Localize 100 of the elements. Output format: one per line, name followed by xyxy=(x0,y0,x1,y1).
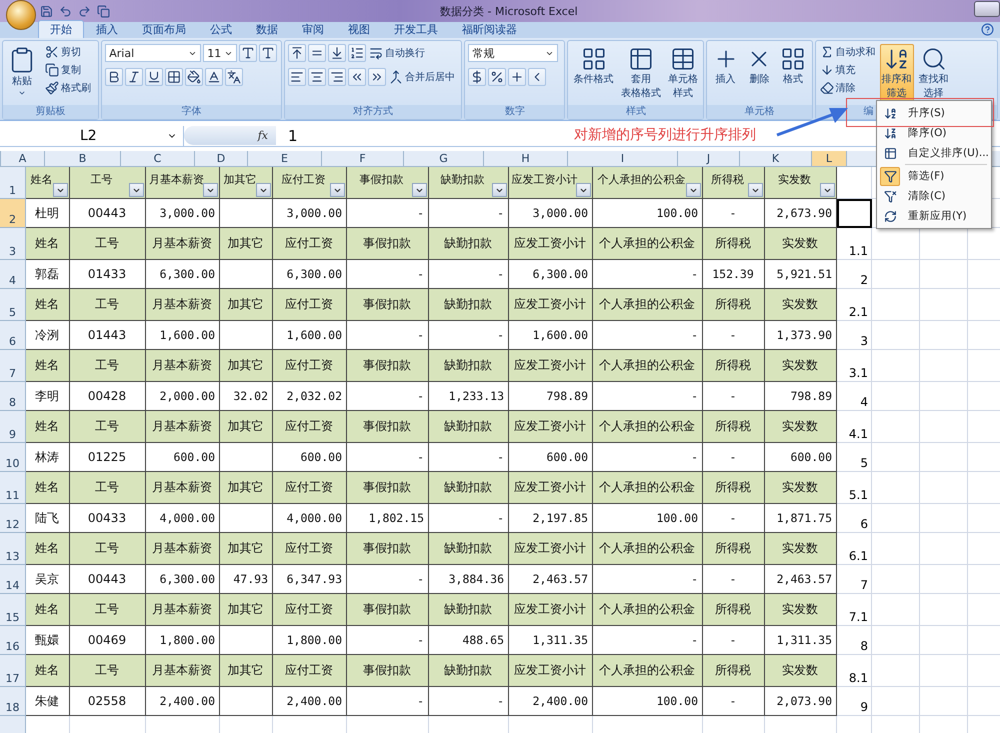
filter-button[interactable] xyxy=(576,183,591,197)
decimal-increase-button[interactable] xyxy=(508,68,526,86)
row-header[interactable]: 7 xyxy=(0,350,26,382)
column-header[interactable]: B xyxy=(45,151,121,166)
save-icon[interactable] xyxy=(40,4,53,18)
column-header[interactable]: F xyxy=(322,151,404,166)
ribbon-button[interactable]: 填充 xyxy=(818,62,877,78)
ribbon-button[interactable]: 单元格 样式 xyxy=(666,44,700,102)
column-header[interactable]: L xyxy=(812,151,847,166)
filter-button[interactable] xyxy=(256,183,271,197)
filter-button[interactable] xyxy=(748,183,763,197)
filter-button[interactable] xyxy=(686,183,701,197)
phonetic-button[interactable] xyxy=(225,68,244,86)
align-left-button[interactable] xyxy=(288,68,306,86)
row-header[interactable]: 8 xyxy=(0,382,26,411)
filter-button[interactable] xyxy=(203,183,218,197)
currency-button[interactable] xyxy=(468,68,486,86)
row-header[interactable]: 11 xyxy=(0,472,26,504)
filter-button[interactable] xyxy=(53,183,68,197)
row-header[interactable]: 9 xyxy=(0,411,26,443)
row-header[interactable]: 14 xyxy=(0,565,26,594)
font-size-field[interactable]: 11 xyxy=(203,44,238,62)
menu-item[interactable]: 清除(C) xyxy=(877,186,991,206)
row-header[interactable]: 3 xyxy=(0,228,26,260)
copy-icon[interactable] xyxy=(97,4,110,18)
row-header[interactable]: 18 xyxy=(0,687,26,716)
row-header[interactable]: 5 xyxy=(0,289,26,321)
ribbon-button[interactable]: 删除 xyxy=(744,44,774,88)
help-icon[interactable] xyxy=(981,23,994,36)
column-header[interactable]: E xyxy=(248,151,322,166)
column-header[interactable]: C xyxy=(121,151,195,166)
font-color-button[interactable] xyxy=(205,68,224,86)
ribbon-button[interactable]: 剪切 xyxy=(44,44,92,60)
ribbon-tab[interactable]: 视图 xyxy=(336,20,382,38)
font-field[interactable]: Arial xyxy=(105,44,202,62)
column-header[interactable]: A xyxy=(1,151,45,166)
row-header[interactable]: 4 xyxy=(0,260,26,289)
underline-button[interactable] xyxy=(145,68,164,86)
row-header[interactable]: 6 xyxy=(0,321,26,350)
ribbon-tab[interactable]: 审阅 xyxy=(290,20,336,38)
fill-color-button[interactable] xyxy=(185,68,204,86)
indent-increase-button[interactable] xyxy=(368,68,386,86)
ribbon-button[interactable]: 排序和 筛选 xyxy=(880,44,914,102)
align-bottom-button[interactable] xyxy=(328,44,346,62)
decimal-decrease-button[interactable] xyxy=(528,68,546,86)
align-center-button[interactable] xyxy=(308,68,326,86)
column-header[interactable]: J xyxy=(678,151,740,166)
ribbon-tab[interactable]: 插入 xyxy=(84,20,130,38)
orientation-button[interactable] xyxy=(348,44,366,62)
ribbon-button[interactable]: 套用 表格格式 xyxy=(618,44,663,102)
filter-button[interactable] xyxy=(492,183,507,197)
fx-button[interactable]: fx xyxy=(184,126,276,145)
ribbon-tab[interactable]: 开发工具 xyxy=(382,20,450,38)
ribbon-button[interactable]: 合并后居中 xyxy=(388,69,456,85)
undo-icon[interactable] xyxy=(59,4,72,18)
ribbon-button[interactable]: 插入 xyxy=(710,44,741,88)
minimize-button[interactable] xyxy=(974,1,1000,17)
ribbon-button[interactable]: 清除 xyxy=(818,80,877,96)
menu-item[interactable]: 重新应用(Y) xyxy=(877,206,991,226)
ribbon-button[interactable]: 自动求和 xyxy=(818,44,877,60)
menu-item[interactable]: 降序(O) xyxy=(877,123,991,143)
indent-decrease-button[interactable] xyxy=(348,68,366,86)
filter-button[interactable] xyxy=(330,183,345,197)
row-header[interactable]: 17 xyxy=(0,655,26,687)
row-header[interactable]: 2 xyxy=(0,199,26,228)
ribbon-tab[interactable]: 数据 xyxy=(244,20,290,38)
ribbon-tab[interactable]: 开始 xyxy=(38,20,84,38)
menu-item[interactable]: 筛选(F) xyxy=(877,166,991,186)
ribbon-button[interactable]: 复制 xyxy=(44,62,92,78)
formula-field[interactable]: 1 xyxy=(276,126,298,144)
column-header[interactable]: G xyxy=(404,151,484,166)
ribbon-button[interactable]: 查找和 选择 xyxy=(916,44,951,102)
row-header[interactable]: 16 xyxy=(0,626,26,655)
number-format-field[interactable]: 常规 xyxy=(468,44,558,62)
name-box[interactable]: L2 xyxy=(0,126,184,146)
ribbon-tab[interactable]: 页面布局 xyxy=(130,20,198,38)
bold-button[interactable] xyxy=(105,68,124,86)
row-header[interactable]: 12 xyxy=(0,504,26,533)
row-header[interactable]: 13 xyxy=(0,533,26,565)
align-right-button[interactable] xyxy=(328,68,346,86)
row-header[interactable]: 1 xyxy=(0,167,26,199)
align-middle-button[interactable] xyxy=(308,44,326,62)
paste-button[interactable]: 粘贴 xyxy=(6,44,38,99)
percent-button[interactable] xyxy=(488,68,506,86)
align-top-button[interactable] xyxy=(288,44,306,62)
column-header[interactable]: D xyxy=(195,151,248,166)
ribbon-tab[interactable]: 福昕阅读器 xyxy=(450,20,529,38)
row-header[interactable]: 15 xyxy=(0,594,26,626)
filter-button[interactable] xyxy=(412,183,427,197)
ribbon-button[interactable]: 自动换行 xyxy=(368,45,426,61)
filter-button[interactable] xyxy=(129,183,144,197)
ribbon-button[interactable]: 格式 xyxy=(778,44,808,88)
ribbon-button[interactable]: 格式刷 xyxy=(44,80,92,96)
column-header[interactable]: I xyxy=(568,151,678,166)
redo-icon[interactable] xyxy=(78,4,91,18)
ribbon-tab[interactable]: 公式 xyxy=(198,20,244,38)
filter-button[interactable] xyxy=(820,183,835,197)
grow-font-button[interactable] xyxy=(239,44,258,62)
italic-button[interactable] xyxy=(125,68,144,86)
border-button[interactable] xyxy=(165,68,184,86)
